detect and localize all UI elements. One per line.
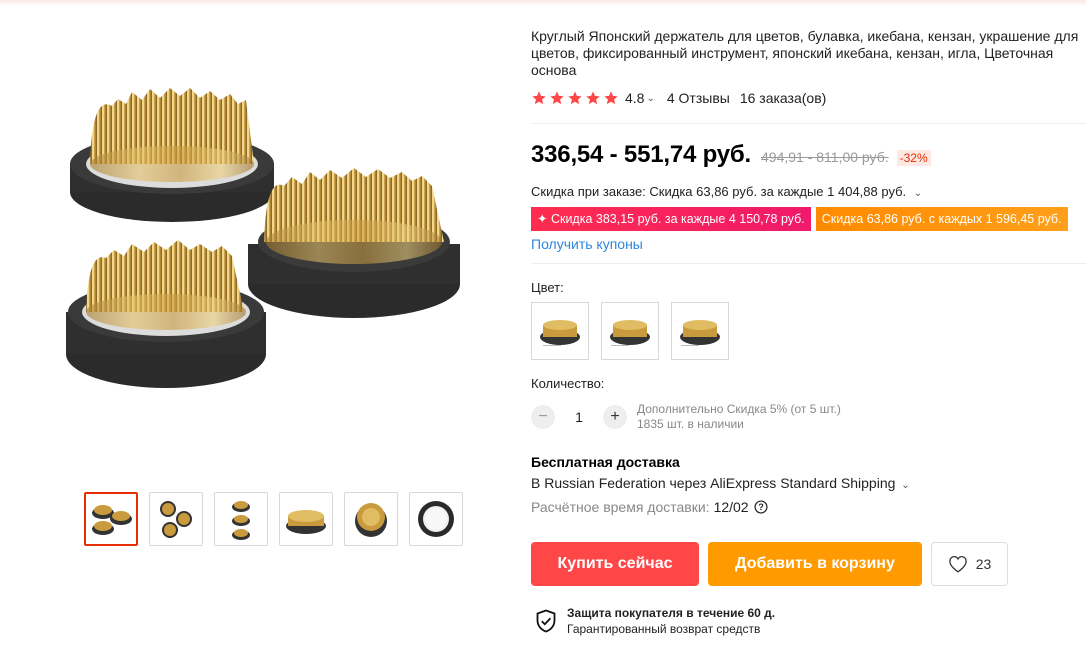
add-to-cart-button[interactable]: Добавить в корзину [708,542,922,586]
decrease-quantity-button[interactable]: − [531,405,555,429]
star-icon [532,91,546,105]
star-icon [550,91,564,105]
orders-count: 16 заказа(ов) [739,90,827,106]
divider [531,263,1086,264]
wishlist-button[interactable]: 23 [931,542,1008,586]
chevron-down-icon: ⌄ [913,188,923,199]
chevron-down-icon[interactable]: ⌄ [646,93,654,104]
divider [531,123,1086,124]
stock-text: 1835 шт. в наличии [637,417,744,431]
rating-value[interactable]: 4.8 [625,90,644,106]
star-icon [586,91,600,105]
coupon-list: ✦ Скидка 383,15 руб. за каждые 4 150,78 … [531,207,1068,231]
wishlist-count: 23 [975,556,992,572]
bulk-discount-text: Дополнительно Скидка 5% (от 5 шт.) [637,402,841,416]
eta-value: 12/02 [713,499,749,515]
delivery-estimate: Расчётное время доставки: 12/02 ? [531,499,768,515]
color-option-2[interactable] [601,302,659,360]
shield-check-icon [536,609,556,633]
star-rating [531,90,619,106]
eta-label: Расчётное время доставки: [531,499,710,515]
thumbnail-5[interactable] [344,492,398,546]
product-title: Круглый Японский держатель для цветов, б… [531,28,1079,78]
increase-quantity-button[interactable]: + [603,405,627,429]
rating-row: 4.8 ⌄ 4 Отзывы 16 заказа(ов) [531,90,826,106]
get-coupons-link[interactable]: Получить купоны [531,236,643,252]
thumbnail-4[interactable] [279,492,333,546]
star-icon [568,91,582,105]
discount-badge: -32% [896,150,931,166]
chevron-down-icon: ⌄ [901,480,910,491]
main-product-image[interactable] [52,44,492,484]
thumbnail-3[interactable] [214,492,268,546]
price-row: 336,54 - 551,74 руб. 494,91 - 811,00 руб… [531,141,931,169]
order-discount[interactable]: Скидка при заказе: Скидка 63,86 руб. за … [531,184,922,199]
thumbnail-strip [84,492,463,546]
quantity-info: Дополнительно Скидка 5% (от 5 шт.) 1835 … [637,402,841,432]
shipping-method[interactable]: В Russian Federation через AliExpress St… [531,475,910,491]
star-icon [604,91,618,105]
protection-title: Защита покупателя в течение 60 д. [567,606,776,620]
svg-text:?: ? [758,502,763,512]
coupon-select[interactable]: Скидка 63,86 руб. с каждых 1 596,45 руб. [815,207,1068,231]
buy-now-button[interactable]: Купить сейчас [531,542,699,586]
quantity-stepper: − 1 + Дополнительно Скидка 5% (от 5 шт.)… [531,402,841,432]
color-option-3[interactable] [671,302,729,360]
color-option-1[interactable] [531,302,589,360]
thumbnail-6[interactable] [409,492,463,546]
coupon-store[interactable]: ✦ Скидка 383,15 руб. за каждые 4 150,78 … [531,207,811,231]
heart-icon [948,555,967,573]
quantity-value[interactable]: 1 [555,409,603,425]
buyer-protection: Защита покупателя в течение 60 д. Гарант… [535,605,775,637]
thumbnail-1[interactable] [84,492,138,546]
shipping-title: Бесплатная доставка [531,454,680,470]
shipping-method-text: В Russian Federation через AliExpress St… [531,475,896,491]
quantity-label: Количество: [531,376,605,391]
current-price: 336,54 - 551,74 руб. [531,141,751,168]
help-icon[interactable]: ? [754,500,768,514]
thumbnail-2[interactable] [149,492,203,546]
kenzan-product-photo [66,88,460,388]
order-discount-text: Скидка при заказе: Скидка 63,86 руб. за … [531,184,907,199]
header-shadow [0,0,1086,6]
protection-subtitle: Гарантированный возврат средств [567,622,761,636]
reviews-link[interactable]: 4 Отзывы [667,90,730,106]
color-options [531,302,729,360]
color-label: Цвет: [531,280,564,295]
old-price: 494,91 - 811,00 руб. [761,149,889,165]
